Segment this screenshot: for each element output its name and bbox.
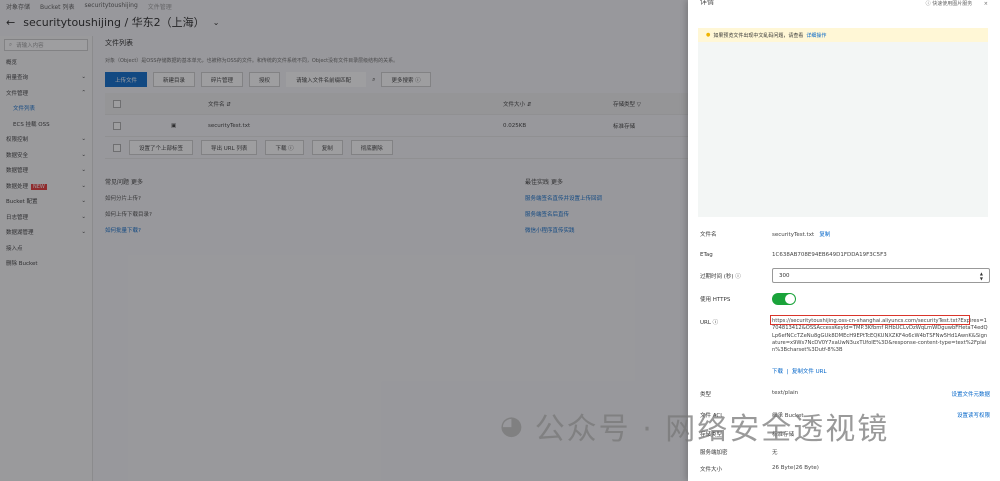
watermark: ◕ 公众号 · 网络安全透视镜: [500, 404, 889, 448]
stepper-icon[interactable]: ▲ ▼: [980, 271, 983, 281]
url-actions: 下载 | 复制文件 URL: [772, 369, 827, 375]
copy-url-link[interactable]: 复制文件 URL: [792, 369, 827, 375]
encryption-value: 无: [772, 450, 778, 456]
field-https: 使用 HTTPS: [700, 293, 990, 305]
filename-value: securityTest.txt: [772, 232, 815, 238]
download-link[interactable]: 下载: [772, 369, 783, 375]
wechat-icon: ◕: [500, 411, 525, 441]
expire-value: 300: [779, 272, 790, 279]
set-acl-link[interactable]: 设置读写权限: [957, 411, 990, 419]
etag-value: 1C638AB708E94EB649D1FDDA19F3C5F3: [772, 252, 887, 258]
expire-input[interactable]: 300 ▲ ▼: [772, 268, 990, 283]
field-filename: 文件名 securityTest.txt 复制: [700, 230, 990, 238]
label: ETag: [700, 252, 713, 258]
field-expire: 过期时间 (秒) ⓘ 300 ▲ ▼: [700, 268, 990, 283]
image-service-link[interactable]: ⓘ 快速使用图片服务: [926, 1, 973, 7]
label: 过期时间 (秒) ⓘ: [700, 273, 741, 280]
encoding-notice: ● 如果预览文件出现中文乱码问题，请查看 详细操作: [698, 28, 988, 42]
watermark-text: 公众号 · 网络安全透视镜: [534, 412, 890, 447]
label: 文件大小: [700, 467, 723, 473]
label: 服务端加密: [700, 450, 728, 456]
label: 文件名: [700, 232, 717, 238]
label: URL ⓘ: [700, 320, 719, 326]
set-meta-link[interactable]: 设置文件元数据: [951, 390, 990, 398]
drawer-title: 详情: [700, 0, 714, 6]
field-url: URL ⓘ https://securitytoushijing.oss-cn-s…: [700, 315, 990, 354]
size-value: 26 Byte(26 Byte): [772, 465, 819, 471]
label: 使用 HTTPS: [700, 297, 731, 303]
copy-name-link[interactable]: 复制: [819, 232, 830, 238]
close-icon[interactable]: ×: [984, 1, 988, 7]
field-type: 类型 text/plain 设置文件元数据: [700, 390, 990, 398]
notice-text: 如果预览文件出现中文乱码问题，请查看: [713, 32, 804, 39]
field-encryption: 服务端加密 无: [700, 448, 990, 456]
label: 类型: [700, 392, 712, 398]
https-toggle[interactable]: [772, 293, 796, 305]
url-highlight-box: [770, 315, 970, 325]
field-etag: ETag 1C638AB708E94EB649D1FDDA19F3C5F3: [700, 252, 990, 258]
drawer-header: 详情 ⓘ 快速使用图片服务 ×: [688, 0, 1000, 8]
field-size: 文件大小 26 Byte(26 Byte): [700, 465, 990, 473]
type-value: text/plain: [772, 390, 799, 396]
warning-icon: ●: [706, 32, 711, 38]
file-preview: [698, 42, 988, 217]
notice-link[interactable]: 详细操作: [806, 32, 826, 39]
